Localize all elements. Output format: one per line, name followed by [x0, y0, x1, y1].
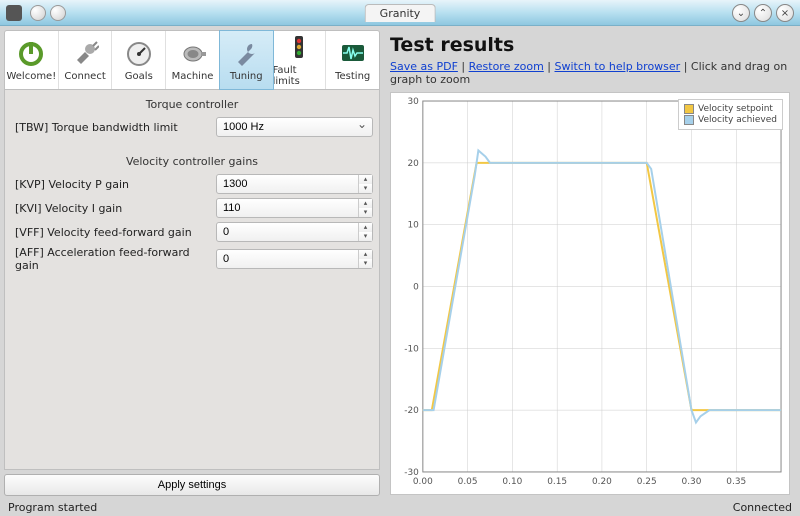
spin-down-icon[interactable]: ▾: [358, 259, 372, 268]
kvi-input[interactable]: [216, 198, 373, 218]
kvp-input[interactable]: [216, 174, 373, 194]
statusbar: Program started Connected: [0, 498, 800, 516]
results-links: Save as PDF | Restore zoom | Switch to h…: [390, 60, 790, 86]
svg-text:0: 0: [413, 282, 419, 292]
form-area: Torque controller [TBW] Torque bandwidth…: [4, 90, 380, 470]
tab-machine[interactable]: Machine: [166, 31, 220, 89]
tab-welcome[interactable]: Welcome!: [5, 31, 59, 89]
tab-label: Welcome!: [6, 71, 56, 82]
spin-up-icon[interactable]: ▴: [358, 199, 372, 208]
vff-row: [VFF] Velocity feed-forward gain ▴▾: [11, 222, 373, 242]
svg-text:10: 10: [407, 221, 419, 231]
legend-label-achieved: Velocity achieved: [698, 115, 777, 125]
svg-text:-20: -20: [404, 406, 419, 416]
kvi-row: [KVI] Velocity I gain ▴▾: [11, 198, 373, 218]
svg-text:0.10: 0.10: [502, 477, 522, 487]
svg-text:0.35: 0.35: [726, 477, 746, 487]
svg-text:0.20: 0.20: [592, 477, 612, 487]
tab-tuning[interactable]: Tuning: [219, 30, 274, 90]
spin-down-icon[interactable]: ▾: [358, 232, 372, 241]
motor-icon: [178, 39, 208, 69]
kvi-label: [KVI] Velocity I gain: [11, 202, 216, 215]
tbw-combo[interactable]: [216, 117, 373, 137]
spin-up-icon[interactable]: ▴: [358, 175, 372, 184]
power-icon: [16, 39, 46, 69]
svg-text:30: 30: [407, 97, 419, 107]
svg-text:-10: -10: [404, 344, 419, 354]
plug-icon: [70, 39, 100, 69]
svg-text:0.00: 0.00: [413, 477, 433, 487]
tab-label: Goals: [125, 71, 153, 82]
velocity-section-header: Velocity controller gains: [11, 151, 373, 174]
status-left: Program started: [8, 501, 97, 514]
window-dot-1[interactable]: [30, 5, 46, 21]
tab-strip: Welcome! Connect Goals Machine: [4, 30, 380, 90]
results-title: Test results: [390, 34, 790, 56]
tab-label: Machine: [172, 71, 214, 82]
app-icon: [6, 5, 22, 21]
chart-legend: Velocity setpoint Velocity achieved: [678, 99, 783, 130]
window-dot-2[interactable]: [50, 5, 66, 21]
oscilloscope-icon: [338, 39, 368, 69]
spin-up-icon[interactable]: ▴: [358, 223, 372, 232]
kvp-row: [KVP] Velocity P gain ▴▾: [11, 174, 373, 194]
maximize-button[interactable]: ⌃: [754, 4, 772, 22]
wrench-icon: [231, 39, 261, 69]
kvp-label: [KVP] Velocity P gain: [11, 178, 216, 191]
right-panel: Test results Save as PDF | Restore zoom …: [382, 26, 800, 498]
tbw-label: [TBW] Torque bandwidth limit: [11, 121, 216, 134]
spin-up-icon[interactable]: ▴: [358, 250, 372, 259]
spin-down-icon[interactable]: ▾: [358, 184, 372, 193]
aff-input[interactable]: [216, 249, 373, 269]
aff-row: [AFF] Acceleration feed-forward gain ▴▾: [11, 246, 373, 272]
svg-text:20: 20: [407, 159, 419, 169]
save-pdf-link[interactable]: Save as PDF: [390, 60, 458, 73]
help-browser-link[interactable]: Switch to help browser: [555, 60, 681, 73]
tab-connect[interactable]: Connect: [59, 31, 113, 89]
titlebar: Granity ⌄ ⌃ ×: [0, 0, 800, 26]
legend-swatch-setpoint: [684, 104, 694, 114]
chart-area[interactable]: -30-20-1001020300.000.050.100.150.200.25…: [390, 92, 790, 495]
window-title: Granity: [365, 4, 436, 22]
restore-zoom-link[interactable]: Restore zoom: [469, 60, 544, 73]
torque-section-header: Torque controller: [11, 94, 373, 117]
tab-label: Tuning: [230, 71, 263, 82]
close-button[interactable]: ×: [776, 4, 794, 22]
chart-plot[interactable]: -30-20-1001020300.000.050.100.150.200.25…: [391, 93, 789, 494]
tbw-row: [TBW] Torque bandwidth limit: [11, 117, 373, 137]
tab-label: Fault limits: [273, 65, 326, 87]
aff-label: [AFF] Acceleration feed-forward gain: [11, 246, 216, 272]
legend-swatch-achieved: [684, 115, 694, 125]
tab-testing[interactable]: Testing: [326, 31, 379, 89]
status-right: Connected: [733, 501, 792, 514]
traffic-light-icon: [284, 33, 314, 63]
tab-label: Testing: [335, 71, 370, 82]
legend-label-setpoint: Velocity setpoint: [698, 104, 773, 114]
svg-text:0.15: 0.15: [547, 477, 567, 487]
svg-text:0.30: 0.30: [682, 477, 702, 487]
vff-label: [VFF] Velocity feed-forward gain: [11, 226, 216, 239]
spin-down-icon[interactable]: ▾: [358, 208, 372, 217]
minimize-button[interactable]: ⌄: [732, 4, 750, 22]
tab-fault-limits[interactable]: Fault limits: [273, 31, 327, 89]
vff-input[interactable]: [216, 222, 373, 242]
apply-settings-button[interactable]: Apply settings: [4, 474, 380, 496]
svg-text:0.25: 0.25: [637, 477, 657, 487]
tab-label: Connect: [64, 71, 105, 82]
left-panel: Welcome! Connect Goals Machine: [0, 26, 382, 498]
svg-text:0.05: 0.05: [458, 477, 478, 487]
tab-goals[interactable]: Goals: [112, 31, 166, 89]
gauge-icon: [124, 39, 154, 69]
